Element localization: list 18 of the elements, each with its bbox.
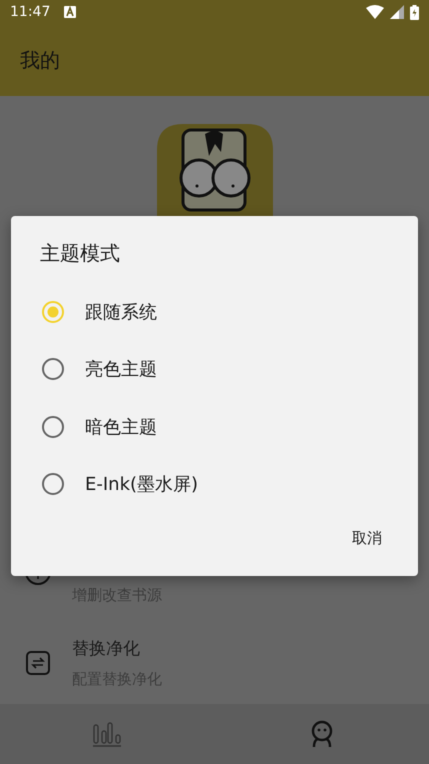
replace-icon xyxy=(24,649,52,677)
radio-button[interactable] xyxy=(41,357,65,382)
cancel-button[interactable]: 取消 xyxy=(336,521,398,556)
wifi-icon xyxy=(366,5,384,19)
option-label[interactable]: 亮色主题 xyxy=(85,357,157,382)
notification-icon xyxy=(64,6,76,18)
profile-icon[interactable] xyxy=(310,720,334,748)
dialog-title: 主题模式 xyxy=(39,240,121,267)
radio-button[interactable] xyxy=(41,414,65,439)
option-label[interactable]: 跟随系统 xyxy=(85,300,157,324)
page-title: 我的 xyxy=(20,46,60,74)
radio-button[interactable] xyxy=(41,472,65,496)
option-label[interactable]: 暗色主题 xyxy=(85,414,157,439)
option-label[interactable]: E-Ink(墨水屏) xyxy=(85,472,198,496)
battery-icon xyxy=(410,4,419,20)
signal-icon xyxy=(390,5,404,19)
status-time: 11:47 xyxy=(10,4,50,20)
item-title: 替换净化 xyxy=(72,638,141,660)
